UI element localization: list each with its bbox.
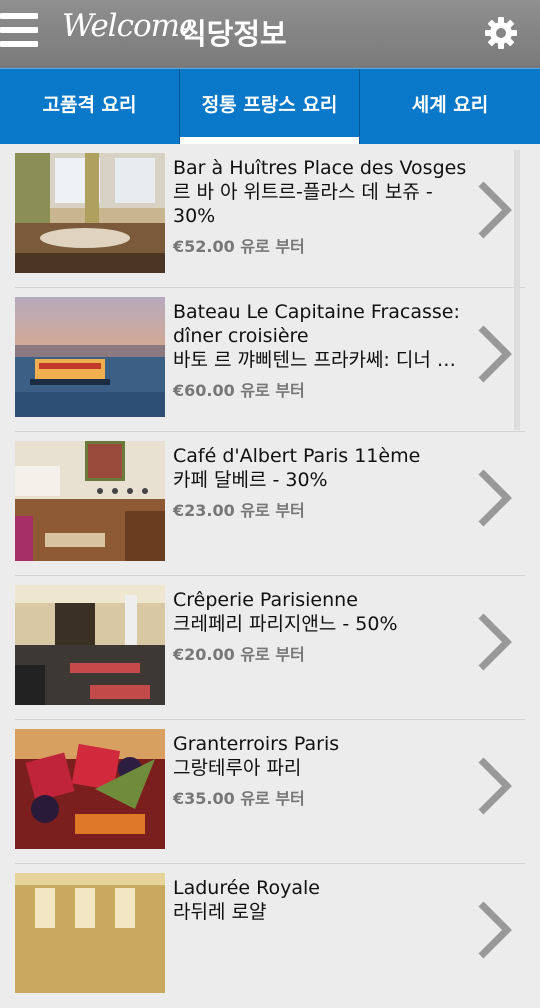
restaurant-name-korean: 바토 르 꺄삐텐느 프라카쎄: 디너 크루즈 <box>173 349 463 371</box>
restaurant-price: €35.00 유로 부터 <box>173 789 305 808</box>
restaurant-photo <box>15 297 165 417</box>
restaurant-discount: 30% <box>173 205 216 227</box>
restaurant-price: €60.00 유로 부터 <box>173 381 305 400</box>
restaurant-name: Bar à Huîtres Place des Vosges <box>173 157 467 179</box>
restaurant-name: Ladurée Royale <box>173 877 320 899</box>
list-item[interactable]: Granterroirs Paris 그랑테루아 파리 €35.00 유로 부터 <box>15 720 525 864</box>
restaurant-name: Crêperie Parisienne <box>173 589 358 611</box>
list-item[interactable]: Bar à Huîtres Place des Vosges 르 바 아 위트르… <box>15 144 525 288</box>
chevron-right-icon <box>478 325 512 383</box>
tab-label: 세계 요리 <box>411 94 489 116</box>
scrollbar[interactable] <box>514 150 520 430</box>
restaurant-name-line2: dîner croisière <box>173 325 309 347</box>
tab-label: 고품격 요리 <box>42 94 137 116</box>
hamburger-menu-icon[interactable] <box>0 13 38 53</box>
welcome-logo: Welcome <box>62 8 197 44</box>
active-tab-indicator <box>180 137 359 144</box>
chevron-right-icon <box>478 469 512 527</box>
list-item[interactable]: Crêperie Parisienne 크레페리 파리지앤느 - 50% €20… <box>15 576 525 720</box>
restaurant-list: Bar à Huîtres Place des Vosges 르 바 아 위트르… <box>0 144 540 993</box>
tab-french-cuisine[interactable]: 정통 프랑스 요리 <box>180 69 360 144</box>
restaurant-price: €52.00 유로 부터 <box>173 237 305 256</box>
category-tabs: 고품격 요리 정통 프랑스 요리 세계 요리 <box>0 68 540 144</box>
restaurant-price: €23.00 유로 부터 <box>173 501 305 520</box>
restaurant-photo <box>15 153 165 273</box>
chevron-right-icon <box>478 181 512 239</box>
list-item[interactable]: Ladurée Royale 라뒤레 로얄 <box>15 864 525 1008</box>
restaurant-photo <box>15 729 165 849</box>
restaurant-name-korean: 라뒤레 로얄 <box>173 901 267 923</box>
restaurant-name: Granterroirs Paris <box>173 733 340 755</box>
list-item[interactable]: Bateau Le Capitaine Fracasse: dîner croi… <box>15 288 525 432</box>
restaurant-name: Café d'Albert Paris 11ème <box>173 445 421 467</box>
restaurant-name-korean: 그랑테루아 파리 <box>173 757 302 779</box>
list-item[interactable]: Café d'Albert Paris 11ème 카페 달베르 - 30% €… <box>15 432 525 576</box>
chevron-right-icon <box>478 757 512 815</box>
tab-label: 정통 프랑스 요리 <box>201 94 338 116</box>
restaurant-name-korean: 카페 달베르 - 30% <box>173 469 328 491</box>
tab-fine-dining[interactable]: 고품격 요리 <box>0 69 180 144</box>
chevron-right-icon <box>478 613 512 671</box>
restaurant-name-korean: 르 바 아 위트르-플라스 데 보쥬 - <box>173 181 433 203</box>
restaurant-photo <box>15 873 165 993</box>
page-title: 식당정보 <box>180 17 287 51</box>
restaurant-name-korean: 크레페리 파리지앤느 - 50% <box>173 613 398 635</box>
chevron-right-icon <box>478 901 512 959</box>
tab-world-cuisine[interactable]: 세계 요리 <box>360 69 540 144</box>
restaurant-photo <box>15 441 165 561</box>
gear-icon[interactable] <box>484 16 518 50</box>
restaurant-photo <box>15 585 165 705</box>
restaurant-price: €20.00 유로 부터 <box>173 645 305 664</box>
app-header: Welcome 식당정보 <box>0 0 540 68</box>
restaurant-name: Bateau Le Capitaine Fracasse: <box>173 301 460 323</box>
